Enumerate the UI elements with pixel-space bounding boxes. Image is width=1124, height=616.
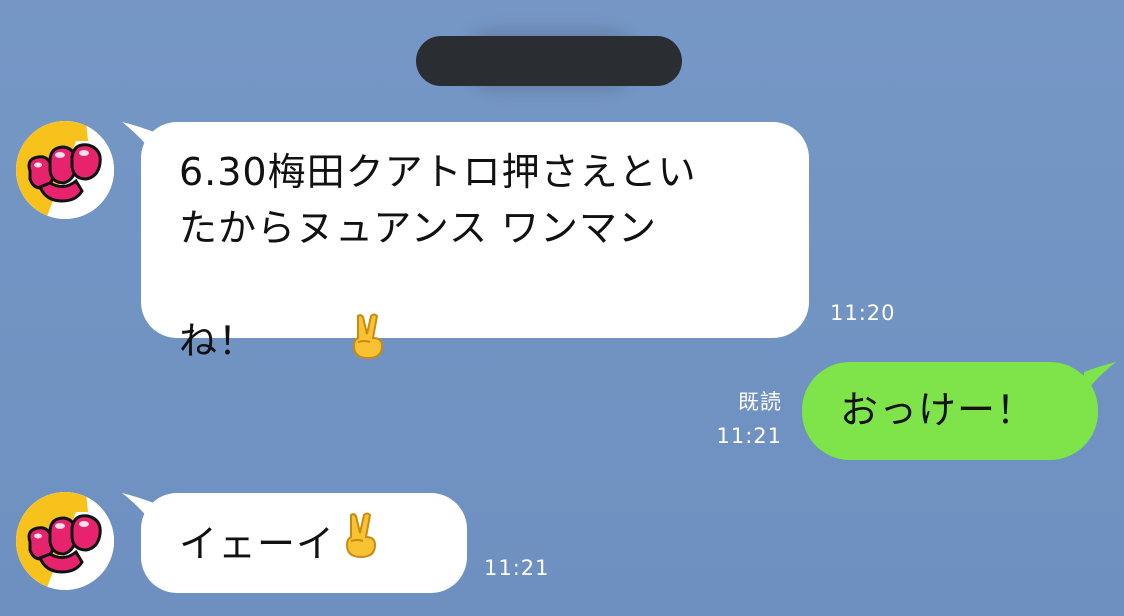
chat-screen: 6.30梅田クアトロ押さえとい たからヌュアンス ワンマン ね！ 11:20 既… — [0, 0, 1124, 616]
outgoing-message-bubble[interactable]: おっけー！ — [802, 362, 1098, 460]
message-time: 11:21 — [484, 556, 550, 580]
incoming-message-bubble[interactable]: イェーイ — [141, 493, 467, 593]
message-time: 11:20 — [830, 301, 896, 325]
incoming-message-bubble[interactable]: 6.30梅田クアトロ押さえとい たからヌュアンス ワンマン ね！ — [141, 122, 809, 363]
message-line-1: 6.30梅田クアトロ押さえとい — [179, 150, 697, 194]
contact-name-redaction — [416, 36, 682, 86]
message-line-3-text: ね！ — [179, 319, 258, 363]
message-text: おっけー！ — [840, 388, 1036, 432]
message-line-3: ね！ — [179, 256, 789, 431]
fist-avatar-icon — [16, 492, 114, 590]
message-text: イェーイ — [179, 522, 336, 566]
message-line-2: たからヌュアンス ワンマン — [179, 206, 658, 250]
sender-avatar[interactable] — [16, 121, 114, 219]
read-receipt: 既読 — [738, 390, 782, 414]
message-time: 11:21 — [716, 424, 782, 448]
victory-hand-emoji-icon — [341, 511, 381, 574]
sender-avatar[interactable] — [16, 492, 114, 590]
fist-avatar-icon — [16, 121, 114, 219]
victory-hand-emoji-icon — [269, 256, 387, 431]
